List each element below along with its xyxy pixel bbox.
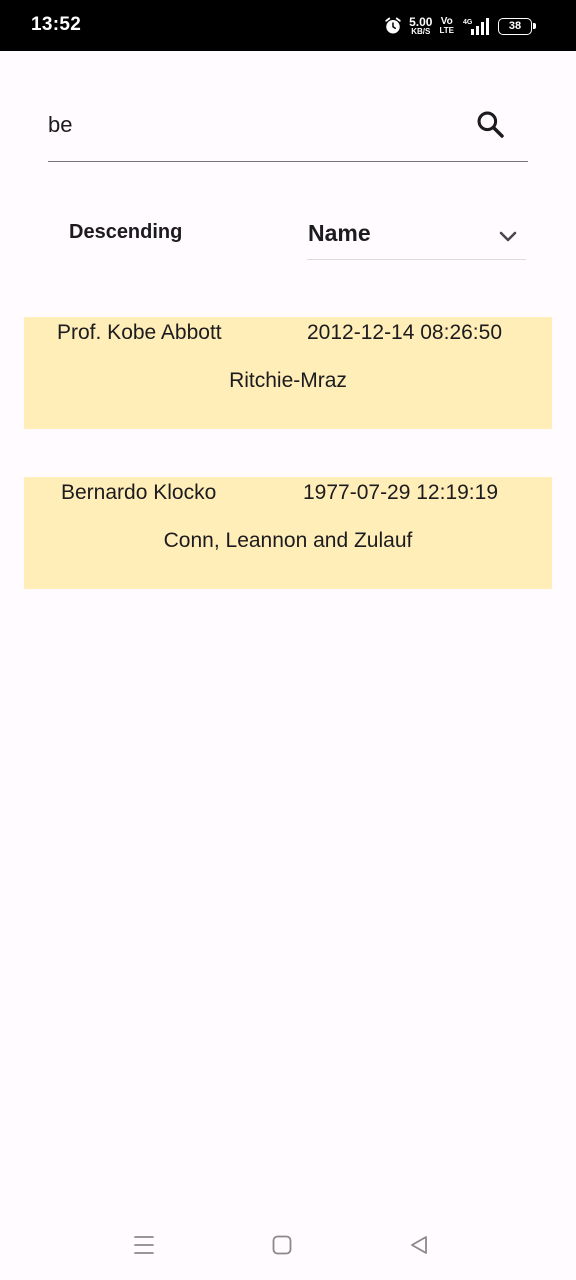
sort-order-toggle[interactable]: Descending xyxy=(69,221,182,244)
result-company: Conn, Leannon and Zulauf xyxy=(163,529,413,552)
volte-indicator: Vo LTE xyxy=(439,17,454,35)
result-name: Bernardo Klocko xyxy=(61,481,217,504)
home-square-icon[interactable] xyxy=(271,1234,293,1256)
status-indicators: 5.00 KB/S Vo LTE 4G 38 xyxy=(384,12,536,40)
battery-level: 38 xyxy=(508,20,522,32)
sort-field-dropdown[interactable]: Name xyxy=(307,210,526,260)
network-type: 4G xyxy=(463,19,473,26)
battery-indicator: 38 xyxy=(498,17,536,35)
result-company: Ritchie-Mraz xyxy=(229,369,347,392)
sort-field-value: Name xyxy=(308,220,371,246)
back-triangle-icon[interactable] xyxy=(408,1234,430,1256)
network-speed: 5.00 KB/S xyxy=(409,16,432,36)
result-card[interactable]: Bernardo Klocko 1977-07-29 12:19:19 Conn… xyxy=(24,477,552,589)
result-name: Prof. Kobe Abbott xyxy=(57,321,222,344)
result-date: 1977-07-29 12:19:19 xyxy=(303,481,498,504)
chevron-down-icon xyxy=(499,231,517,242)
signal-icon: 4G xyxy=(463,18,489,35)
status-time: 13:52 xyxy=(31,14,82,35)
status-bar: 13:52 5.00 KB/S Vo LTE 4G 38 xyxy=(0,0,576,51)
menu-icon[interactable] xyxy=(133,1234,155,1256)
system-nav-bar xyxy=(0,1210,576,1280)
search-input[interactable]: be xyxy=(48,112,72,138)
alarm-icon xyxy=(385,17,401,34)
speed-unit: KB/S xyxy=(411,27,431,36)
result-date: 2012-12-14 08:26:50 xyxy=(307,321,502,344)
search-field[interactable]: be xyxy=(48,100,528,162)
result-card[interactable]: Prof. Kobe Abbott 2012-12-14 08:26:50 Ri… xyxy=(24,317,552,429)
volte-bottom: LTE xyxy=(439,26,454,35)
search-icon[interactable] xyxy=(474,108,506,140)
